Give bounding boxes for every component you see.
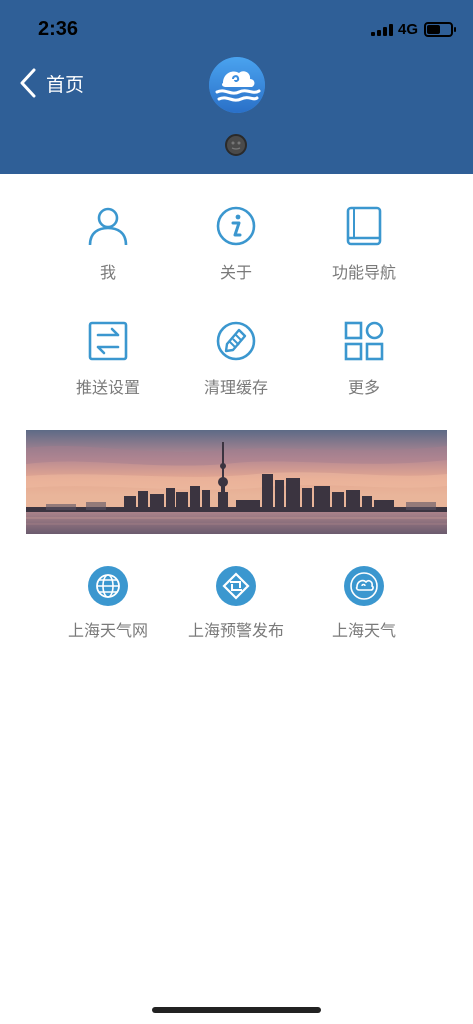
status-bar: 2:36 4G: [0, 0, 473, 56]
network-type: 4G: [398, 21, 419, 38]
chevron-left-icon: [20, 68, 36, 98]
app-logo: [209, 57, 265, 113]
back-button[interactable]: 首页: [18, 66, 84, 100]
avatar[interactable]: [225, 134, 247, 156]
link-shanghai-warning-release[interactable]: 上海预警发布: [166, 566, 306, 641]
link-shanghai-weather-web[interactable]: 上海天气网: [38, 566, 178, 641]
home-indicator[interactable]: [152, 1007, 321, 1013]
battery-level: [427, 25, 440, 34]
menu-item-label: 更多: [347, 380, 380, 397]
menu-item-label: 关于: [219, 265, 252, 282]
menu-item-label: 推送设置: [75, 380, 140, 397]
signal-icon: [371, 24, 393, 36]
link-label: 上海天气网: [67, 623, 148, 640]
menu-item-clear-cache[interactable]: 清理缓存: [176, 320, 296, 398]
link-label: 上海预警发布: [187, 623, 284, 640]
menu-item-navigation[interactable]: 功能导航: [304, 205, 424, 283]
link-label: 上海天气: [331, 623, 396, 640]
weather-logo-icon: [344, 566, 384, 606]
menu-item-label: 功能导航: [331, 265, 396, 282]
push-settings-icon: [88, 321, 128, 361]
warning-logo-icon: [216, 566, 256, 606]
menu-item-label: 清理缓存: [203, 380, 268, 397]
menu-item-about[interactable]: 关于: [176, 205, 296, 283]
menu-item-label: 我: [99, 265, 116, 282]
book-icon: [346, 206, 382, 246]
globe-icon: [88, 566, 128, 606]
broom-icon: [216, 321, 256, 361]
skyline-banner[interactable]: [26, 430, 447, 534]
status-time: 2:36: [38, 18, 79, 40]
person-icon: [88, 207, 128, 246]
link-shanghai-weather[interactable]: 上海天气: [294, 566, 434, 641]
menu-item-me[interactable]: 我: [48, 205, 168, 283]
info-icon: [216, 206, 256, 246]
back-label: 首页: [46, 74, 85, 96]
grid-more-icon: [344, 321, 384, 361]
battery-icon: [424, 22, 456, 37]
app-header: 2:36 4G 首页: [0, 0, 473, 174]
menu-item-push-settings[interactable]: 推送设置: [48, 320, 168, 398]
menu-item-more[interactable]: 更多: [304, 320, 424, 398]
